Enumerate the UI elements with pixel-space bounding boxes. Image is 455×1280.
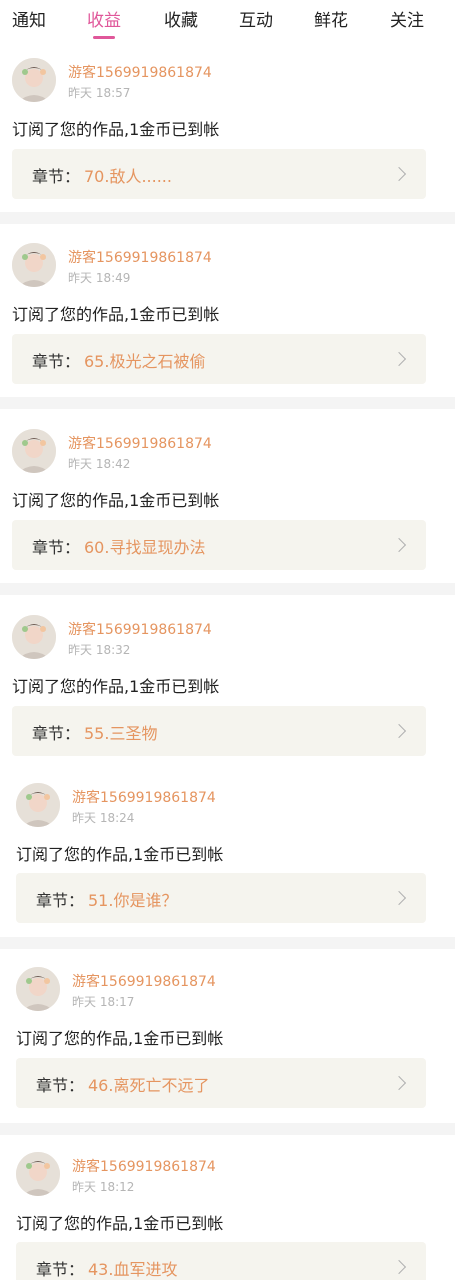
chapter-label: 章节： bbox=[32, 538, 81, 557]
notification-card: 游客1569919861874 昨天 18:24 订阅了您的作品,1金币已到帐 … bbox=[0, 771, 455, 937]
chapter-label: 章节： bbox=[32, 167, 81, 186]
tab-flowers[interactable]: 鲜花 bbox=[314, 6, 348, 31]
user-avatar[interactable] bbox=[16, 783, 60, 827]
timestamp: 昨天 18:24 bbox=[72, 811, 135, 825]
card-separator bbox=[0, 1123, 455, 1135]
user-avatar[interactable] bbox=[16, 1152, 60, 1196]
username[interactable]: 游客1569919861874 bbox=[68, 433, 212, 453]
notification-message: 订阅了您的作品,1金币已到帐 bbox=[12, 491, 220, 510]
card-separator bbox=[0, 583, 455, 595]
timestamp: 昨天 18:32 bbox=[68, 643, 131, 657]
chapter-link[interactable]: 章节： 70.敌人...... bbox=[12, 149, 426, 199]
user-avatar[interactable] bbox=[16, 967, 60, 1011]
timestamp: 昨天 18:57 bbox=[68, 86, 131, 100]
chevron-right-icon bbox=[391, 890, 407, 906]
tab-interactions[interactable]: 互动 bbox=[239, 6, 273, 31]
chevron-right-icon bbox=[391, 1259, 407, 1275]
card-separator bbox=[0, 397, 455, 409]
timestamp: 昨天 18:12 bbox=[72, 1180, 135, 1194]
timestamp: 昨天 18:42 bbox=[68, 457, 131, 471]
tab-notice[interactable]: 通知 bbox=[12, 6, 46, 31]
tab-favorites[interactable]: 收藏 bbox=[164, 6, 198, 31]
notification-card: 游客1569919861874 昨天 18:42 订阅了您的作品,1金币已到帐 … bbox=[0, 415, 455, 583]
notification-card: 游客1569919861874 昨天 18:49 订阅了您的作品,1金币已到帐 … bbox=[0, 229, 455, 397]
username[interactable]: 游客1569919861874 bbox=[72, 787, 216, 807]
chapter-link[interactable]: 章节： 65.极光之石被偷 bbox=[12, 334, 426, 384]
chapter-link[interactable]: 章节： 51.你是谁？ bbox=[16, 873, 426, 923]
notification-card: 游客1569919861874 昨天 18:12 订阅了您的作品,1金币已到帐 … bbox=[0, 1140, 455, 1280]
chevron-right-icon bbox=[391, 1075, 407, 1091]
chevron-right-icon bbox=[391, 723, 407, 739]
notification-message: 订阅了您的作品,1金币已到帐 bbox=[12, 120, 220, 139]
username[interactable]: 游客1569919861874 bbox=[68, 247, 212, 267]
chapter-label: 章节： bbox=[32, 724, 81, 743]
chevron-right-icon bbox=[391, 537, 407, 553]
notification-card: 游客1569919861874 昨天 18:57 订阅了您的作品,1金币已到帐 … bbox=[0, 44, 455, 212]
username[interactable]: 游客1569919861874 bbox=[68, 619, 212, 639]
user-avatar[interactable] bbox=[12, 615, 56, 659]
card-separator bbox=[0, 212, 455, 224]
chapter-link[interactable]: 章节： 43.血军进攻 bbox=[16, 1242, 426, 1280]
notification-message: 订阅了您的作品,1金币已到帐 bbox=[16, 1214, 224, 1233]
chapter-label: 章节： bbox=[32, 352, 81, 371]
notification-message: 订阅了您的作品,1金币已到帐 bbox=[16, 845, 224, 864]
notification-message: 订阅了您的作品,1金币已到帐 bbox=[16, 1029, 224, 1048]
active-tab-indicator bbox=[93, 36, 115, 39]
chapter-title: 55.三圣物 bbox=[84, 724, 158, 743]
notification-card: 游客1569919861874 昨天 18:17 订阅了您的作品,1金币已到帐 … bbox=[0, 955, 455, 1123]
notification-message: 订阅了您的作品,1金币已到帐 bbox=[12, 305, 220, 324]
chapter-title: 65.极光之石被偷 bbox=[84, 352, 206, 371]
chevron-right-icon bbox=[391, 166, 407, 182]
user-avatar[interactable] bbox=[12, 429, 56, 473]
chapter-title: 43.血军进攻 bbox=[88, 1260, 178, 1279]
notification-message: 订阅了您的作品,1金币已到帐 bbox=[12, 677, 220, 696]
card-separator bbox=[0, 937, 455, 949]
top-tab-bar: 通知 收益 收藏 互动 鲜花 关注 bbox=[0, 0, 455, 44]
timestamp: 昨天 18:49 bbox=[68, 271, 131, 285]
user-avatar[interactable] bbox=[12, 243, 56, 287]
chapter-label: 章节： bbox=[36, 1260, 85, 1279]
username[interactable]: 游客1569919861874 bbox=[72, 1156, 216, 1176]
username[interactable]: 游客1569919861874 bbox=[72, 971, 216, 991]
chapter-link[interactable]: 章节： 46.离死亡不远了 bbox=[16, 1058, 426, 1108]
user-avatar[interactable] bbox=[12, 58, 56, 102]
chapter-link[interactable]: 章节： 60.寻找显现办法 bbox=[12, 520, 426, 570]
tab-earnings[interactable]: 收益 bbox=[87, 6, 121, 39]
username[interactable]: 游客1569919861874 bbox=[68, 62, 212, 82]
tab-earnings-label: 收益 bbox=[87, 11, 121, 31]
chapter-title: 46.离死亡不远了 bbox=[88, 1076, 210, 1095]
timestamp: 昨天 18:17 bbox=[72, 995, 135, 1009]
chapter-title: 70.敌人...... bbox=[84, 167, 172, 186]
tab-following[interactable]: 关注 bbox=[390, 6, 424, 31]
chapter-label: 章节： bbox=[36, 891, 85, 910]
chapter-title: 60.寻找显现办法 bbox=[84, 538, 206, 557]
chapter-label: 章节： bbox=[36, 1076, 85, 1095]
notification-card: 游客1569919861874 昨天 18:32 订阅了您的作品,1金币已到帐 … bbox=[0, 601, 455, 771]
chapter-link[interactable]: 章节： 55.三圣物 bbox=[12, 706, 426, 756]
chapter-title: 51.你是谁？ bbox=[88, 891, 178, 910]
chevron-right-icon bbox=[391, 351, 407, 367]
